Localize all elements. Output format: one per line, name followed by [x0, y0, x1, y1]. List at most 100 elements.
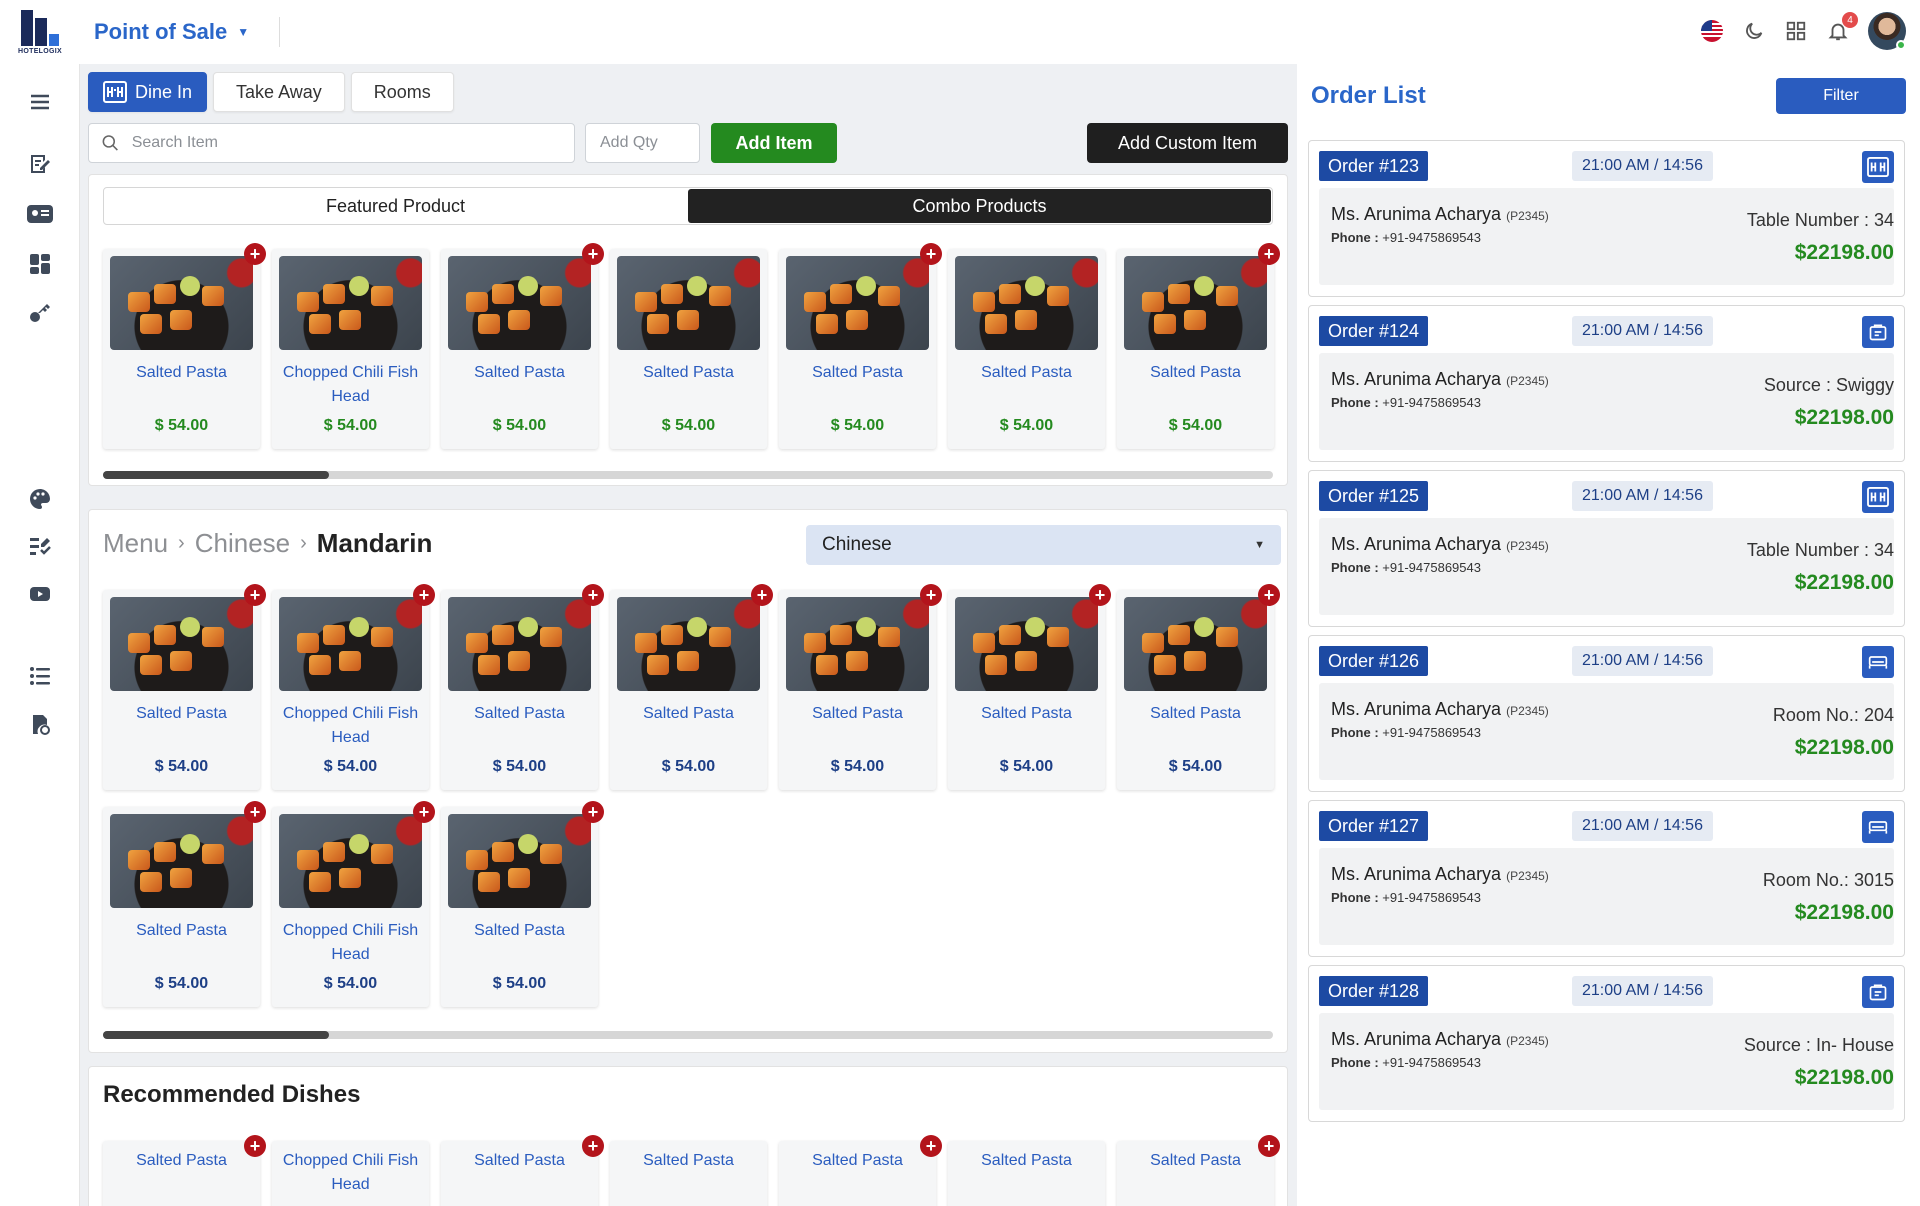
scrollbar-thumb[interactable]: [103, 1031, 329, 1039]
product-card[interactable]: Salted Pasta $ 54.00 +: [103, 243, 266, 449]
add-plus-icon[interactable]: +: [1089, 584, 1111, 606]
order-card[interactable]: Order #123 21:00 AM / 14:56 Ms. Arunima Ac…: [1308, 140, 1905, 297]
add-plus-icon[interactable]: +: [582, 801, 604, 823]
edit-note-icon[interactable]: [26, 150, 54, 178]
product-card[interactable]: Salted Pasta +: [779, 1135, 942, 1206]
tab-rooms[interactable]: Rooms: [350, 72, 454, 112]
product-card[interactable]: Salted Pasta $ 54.00 +: [1117, 243, 1280, 449]
tab-dine-in[interactable]: Dine In: [88, 72, 208, 112]
us-flag-icon[interactable]: [1700, 19, 1724, 43]
module-switcher[interactable]: Point of Sale ▼: [94, 19, 249, 45]
product-price: $ 54.00: [323, 417, 378, 434]
order-mode-tabs: Dine In Take Away Rooms: [88, 72, 454, 112]
food-image: [786, 256, 929, 350]
product-card[interactable]: Chopped Chili Fish Head $ 54.00 +: [272, 801, 435, 1007]
product-card[interactable]: Salted Pasta $ 54.00: [610, 249, 767, 449]
search-input[interactable]: [131, 134, 574, 152]
add-plus-icon[interactable]: +: [582, 1135, 604, 1157]
order-id[interactable]: Order #127: [1319, 811, 1429, 841]
product-card[interactable]: Salted Pasta $ 54.00 +: [441, 801, 604, 1007]
add-item-button[interactable]: Add Item: [711, 123, 837, 163]
product-card[interactable]: Salted Pasta $ 54.00 +: [948, 584, 1111, 790]
filter-button[interactable]: Filter: [1776, 78, 1906, 114]
dark-mode-icon[interactable]: [1742, 19, 1766, 43]
key-icon[interactable]: [26, 298, 54, 326]
breadcrumb-chinese[interactable]: Chinese: [195, 528, 290, 559]
order-id[interactable]: Order #124: [1319, 316, 1429, 346]
bell-icon[interactable]: 4: [1826, 12, 1858, 43]
order-card[interactable]: Order #127 21:00 AM / 14:56 Ms. Arunima Ac…: [1308, 800, 1905, 957]
avatar[interactable]: [1868, 12, 1906, 50]
order-list-header: Order List Filter: [1311, 76, 1906, 116]
order-card[interactable]: Order #124 21:00 AM / 14:56 Ms. Arunima Ac…: [1308, 305, 1905, 462]
qty-input[interactable]: [600, 134, 699, 152]
product-card[interactable]: Salted Pasta $ 54.00 +: [441, 243, 604, 449]
dashboard-icon[interactable]: [26, 250, 54, 278]
product-card[interactable]: Salted Pasta $ 54.00 +: [441, 584, 604, 790]
add-plus-icon[interactable]: +: [413, 801, 435, 823]
order-id[interactable]: Order #123: [1319, 151, 1429, 181]
order-id[interactable]: Order #125: [1319, 481, 1429, 511]
cuisine-select[interactable]: Chinese ▼: [806, 525, 1281, 565]
add-plus-icon[interactable]: +: [244, 243, 266, 265]
order-id[interactable]: Order #126: [1319, 646, 1429, 676]
product-card[interactable]: Chopped Chili Fish Head: [272, 1141, 429, 1206]
menu-icon[interactable]: [26, 88, 54, 116]
order-meta: Source : In- House: [1744, 1035, 1894, 1056]
product-card[interactable]: Salted Pasta +: [1117, 1135, 1280, 1206]
tab-take-away[interactable]: Take Away: [213, 72, 345, 112]
divider: [279, 17, 281, 47]
product-card[interactable]: Salted Pasta $ 54.00 +: [610, 584, 773, 790]
order-card[interactable]: Order #128 21:00 AM / 14:56 Ms. Arunima Ac…: [1308, 965, 1905, 1122]
add-plus-icon[interactable]: +: [1258, 584, 1280, 606]
food-image: [617, 256, 760, 350]
featured-scrollbar[interactable]: [103, 471, 1273, 479]
order-card[interactable]: Order #125 21:00 AM / 14:56 Ms. Arunima Ac…: [1308, 470, 1905, 627]
tab-combo-products[interactable]: Combo Products: [688, 189, 1271, 223]
video-icon[interactable]: [26, 580, 54, 608]
cuisine-value: Chinese: [822, 534, 892, 555]
online-status-dot: [1896, 40, 1906, 50]
product-price: $ 54.00: [492, 758, 547, 775]
breadcrumb-menu[interactable]: Menu: [103, 528, 168, 559]
palette-icon[interactable]: [26, 485, 54, 513]
add-plus-icon[interactable]: +: [920, 584, 942, 606]
add-custom-item-button[interactable]: Add Custom Item: [1087, 123, 1288, 163]
order-id[interactable]: Order #128: [1319, 976, 1429, 1006]
product-card[interactable]: Chopped Chili Fish Head $ 54.00: [272, 249, 429, 449]
tab-featured-product[interactable]: Featured Product: [104, 188, 687, 224]
apps-grid-icon[interactable]: [1784, 19, 1808, 43]
product-card[interactable]: Salted Pasta +: [103, 1135, 266, 1206]
product-card[interactable]: Salted Pasta $ 54.00 +: [779, 584, 942, 790]
product-card[interactable]: Salted Pasta $ 54.00 +: [779, 243, 942, 449]
product-card[interactable]: Salted Pasta +: [441, 1135, 604, 1206]
add-plus-icon[interactable]: +: [582, 243, 604, 265]
add-plus-icon[interactable]: +: [582, 584, 604, 606]
add-plus-icon[interactable]: +: [920, 243, 942, 265]
product-card[interactable]: Salted Pasta $ 54.00 +: [103, 801, 266, 1007]
product-card[interactable]: Salted Pasta: [948, 1141, 1105, 1206]
add-plus-icon[interactable]: +: [413, 584, 435, 606]
add-plus-icon[interactable]: +: [1258, 243, 1280, 265]
add-plus-icon[interactable]: +: [244, 801, 266, 823]
product-price: $ 54.00: [661, 417, 716, 434]
hotelogix-logo[interactable]: HOTELOGIX: [0, 0, 80, 64]
add-plus-icon[interactable]: +: [244, 584, 266, 606]
list-icon[interactable]: [26, 662, 54, 690]
product-card[interactable]: Salted Pasta $ 54.00 +: [103, 584, 266, 790]
id-card-icon[interactable]: [26, 200, 54, 228]
settings-gear-icon[interactable]: [26, 710, 54, 738]
add-plus-icon[interactable]: +: [920, 1135, 942, 1157]
product-card[interactable]: Chopped Chili Fish Head $ 54.00 +: [272, 584, 435, 790]
menu-scrollbar[interactable]: [103, 1031, 1273, 1039]
add-plus-icon[interactable]: +: [244, 1135, 266, 1157]
product-card[interactable]: Salted Pasta: [610, 1141, 767, 1206]
menu-items-row-2: Salted Pasta $ 54.00 + Chopped Chili Fish H…: [103, 801, 604, 1007]
add-plus-icon[interactable]: +: [751, 584, 773, 606]
tasks-icon[interactable]: [26, 533, 54, 561]
order-card[interactable]: Order #126 21:00 AM / 14:56 Ms. Arunima Ac…: [1308, 635, 1905, 792]
product-card[interactable]: Salted Pasta $ 54.00: [948, 249, 1105, 449]
add-plus-icon[interactable]: +: [1258, 1135, 1280, 1157]
product-card[interactable]: Salted Pasta $ 54.00 +: [1117, 584, 1280, 790]
scrollbar-thumb[interactable]: [103, 471, 329, 479]
